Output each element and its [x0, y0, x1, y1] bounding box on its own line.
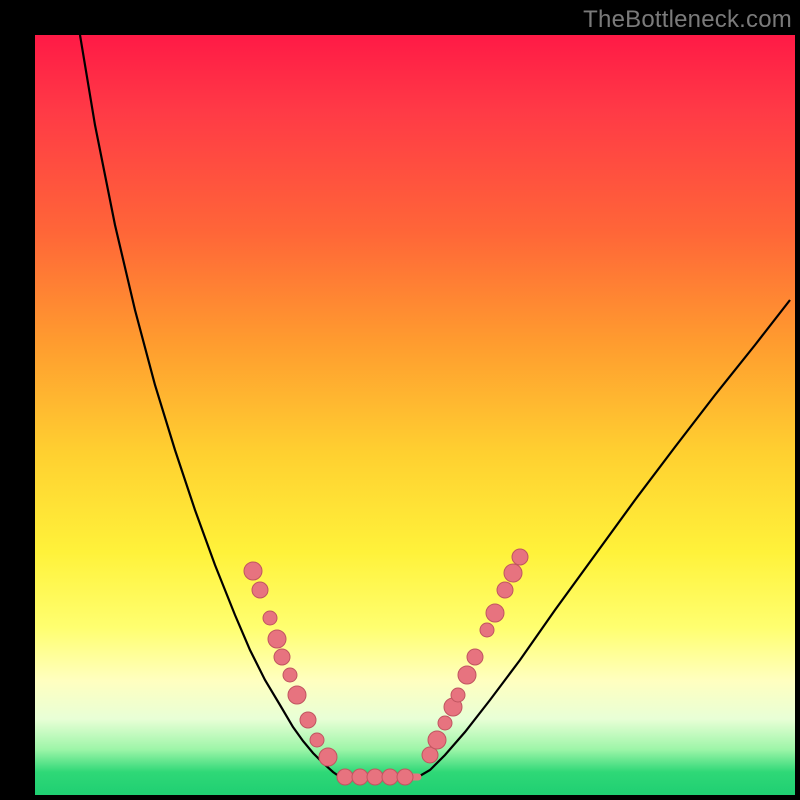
dot-left-1 [252, 582, 268, 598]
watermark-text: TheBottleneck.com [583, 6, 792, 34]
dot-left-2 [263, 611, 277, 625]
dot-left-6 [288, 686, 306, 704]
dot-left-9 [319, 748, 337, 766]
dot-right-11 [512, 549, 528, 565]
dot-left-8 [310, 733, 324, 747]
dot-right-9 [497, 582, 513, 598]
dot-right-2 [438, 716, 452, 730]
dot-flat-3 [382, 769, 398, 785]
dot-flat-1 [352, 769, 368, 785]
dot-left-4 [274, 649, 290, 665]
dot-flat-0 [337, 769, 353, 785]
dot-left-5 [283, 668, 297, 682]
dot-right-7 [480, 623, 494, 637]
dot-flat-4 [397, 769, 413, 785]
data-dots [244, 549, 528, 785]
dot-right-6 [467, 649, 483, 665]
dot-right-10 [504, 564, 522, 582]
dot-left-3 [268, 630, 286, 648]
dot-flat-2 [367, 769, 383, 785]
chart-frame: TheBottleneck.com [0, 0, 800, 800]
dot-right-4 [451, 688, 465, 702]
dot-left-0 [244, 562, 262, 580]
right-curve [418, 300, 790, 777]
curve-layer [35, 35, 795, 795]
dot-right-0 [422, 747, 438, 763]
dot-right-5 [458, 666, 476, 684]
dot-left-7 [300, 712, 316, 728]
left-curve [80, 35, 340, 777]
plot-area [35, 35, 795, 795]
dot-right-1 [428, 731, 446, 749]
dot-right-8 [486, 604, 504, 622]
